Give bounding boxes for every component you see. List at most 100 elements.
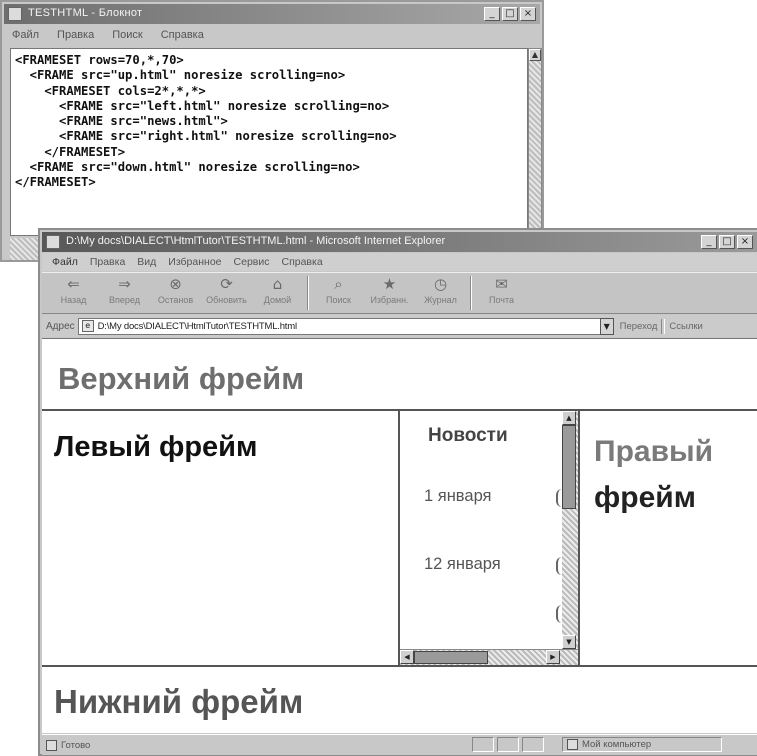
stop-button[interactable]: ⊗ Останов <box>150 273 201 313</box>
ie-toolbar: ⇐ Назад ⇒ Вперед ⊗ Останов ⟳ Обновить ⌂ … <box>42 272 757 314</box>
back-arrow-icon: ⇐ <box>67 275 80 293</box>
scroll-up-arrow-icon[interactable]: ▲ <box>562 411 576 425</box>
notepad-text-area[interactable]: <FRAMESET rows=70,*,70> <FRAME src="up.h… <box>10 48 528 236</box>
mail-label: Почта <box>489 295 514 305</box>
home-button[interactable]: ⌂ Домой <box>252 273 303 313</box>
address-label: Адрес <box>46 320 75 332</box>
notepad-maximize-button[interactable]: □ <box>502 7 518 21</box>
code-line: </FRAMESET> <box>15 144 126 159</box>
status-cell <box>497 737 519 752</box>
status-cell <box>472 737 494 752</box>
ie-menu-tools[interactable]: Сервис <box>234 256 270 268</box>
go-button[interactable]: Переход <box>620 321 658 332</box>
right-frame-heading-line1: Правый <box>594 435 714 468</box>
ie-menu-favorites[interactable]: Избранное <box>168 256 221 268</box>
toolbar-separator <box>470 276 472 310</box>
code-line: <FRAME src="right.html" noresize scrolli… <box>15 129 397 144</box>
bottom-frame-heading: Нижний фрейм <box>54 683 304 720</box>
mail-button[interactable]: ✉ Почта <box>476 273 527 313</box>
ie-maximize-button[interactable]: □ <box>719 235 735 249</box>
status-zone-label: Мой компьютер <box>582 739 652 750</box>
refresh-button[interactable]: ⟳ Обновить <box>201 273 252 313</box>
toolbar-separator <box>307 276 309 310</box>
stop-icon: ⊗ <box>169 275 182 293</box>
code-line: <FRAME src="left.html" noresize scrollin… <box>15 98 390 113</box>
status-cell <box>522 737 544 752</box>
page-icon: e <box>81 320 94 332</box>
status-zone: Мой компьютер <box>562 737 722 752</box>
search-icon: ⌕ <box>334 275 343 293</box>
scroll-up-arrow-icon[interactable]: ▲ <box>529 49 541 61</box>
search-button[interactable]: ⌕ Поиск <box>313 273 364 313</box>
search-label: Поиск <box>326 295 351 305</box>
notepad-window: TESTHTML - Блокнот _ □ × Файл Правка Пои… <box>0 0 544 262</box>
left-frame: Левый фрейм <box>42 411 400 665</box>
scroll-right-arrow-icon[interactable]: ▶ <box>546 650 560 664</box>
news-horizontal-scroll-thumb[interactable] <box>414 651 488 664</box>
home-icon: ⌂ <box>272 275 283 293</box>
ie-titlebar[interactable]: D:\My docs\DIALECT\HtmlTutor\TESTHTML.ht… <box>42 232 757 252</box>
code-line: <FRAMESET rows=70,*,70> <box>15 53 184 67</box>
code-line: <FRAME src="up.html" noresize scrolling=… <box>15 68 346 83</box>
mail-icon: ✉ <box>495 275 508 293</box>
ie-close-button[interactable]: × <box>737 235 753 249</box>
news-horizontal-scrollbar[interactable]: ◀ ▶ <box>400 649 578 665</box>
scroll-down-arrow-icon[interactable]: ▼ <box>562 635 576 649</box>
scroll-left-arrow-icon[interactable]: ◀ <box>400 650 414 664</box>
stop-label: Останов <box>157 295 194 305</box>
notepad-close-button[interactable]: × <box>520 7 536 21</box>
ie-menu-view[interactable]: Вид <box>137 256 156 268</box>
notepad-menu-edit[interactable]: Правка <box>57 29 94 41</box>
favorites-button[interactable]: ★ Избранн. <box>364 273 415 313</box>
refresh-label: Обновить <box>206 295 247 305</box>
history-icon: ◷ <box>433 275 448 293</box>
notepad-menu-help[interactable]: Справка <box>161 29 204 41</box>
links-button[interactable]: Ссылки <box>669 321 702 332</box>
ie-minimize-button[interactable]: _ <box>701 235 717 249</box>
code-line: </FRAMESET> <box>15 175 96 190</box>
bottom-frame: Нижний фрейм <box>42 665 757 733</box>
forward-button[interactable]: ⇒ Вперед <box>99 273 150 313</box>
top-frame: Верхний фрейм <box>42 339 757 411</box>
back-label: Назад <box>60 295 87 305</box>
status-text: Готово <box>61 739 91 751</box>
notepad-title: TESTHTML - Блокнот <box>28 7 143 19</box>
top-frame-heading: Верхний фрейм <box>58 361 305 396</box>
news-heading: Новости <box>428 425 508 446</box>
ie-menubar: Файл Правка Вид Избранное Сервис Справка <box>42 253 757 271</box>
notepad-menu-search[interactable]: Поиск <box>112 29 142 41</box>
address-input[interactable]: e D:\My docs\DIALECT\HtmlTutor\TESTHTML.… <box>77 317 614 335</box>
ie-title: D:\My docs\DIALECT\HtmlTutor\TESTHTML.ht… <box>66 235 446 247</box>
notepad-vertical-scrollbar[interactable]: ▲ <box>528 48 542 236</box>
status-bar: Готово Мой компьютер <box>42 734 757 755</box>
ie-menu-edit[interactable]: Правка <box>90 256 125 268</box>
back-button[interactable]: ⇐ Назад <box>48 273 99 313</box>
right-frame-heading-line2: фрейм <box>594 481 696 514</box>
status-page-icon <box>46 739 57 751</box>
code-line: <FRAMESET cols=2*,*,*> <box>15 83 206 98</box>
news-vertical-scrollbar[interactable]: ▲ ▼ <box>562 411 578 649</box>
notepad-titlebar[interactable]: TESTHTML - Блокнот _ □ × <box>4 4 540 24</box>
ie-menu-help[interactable]: Справка <box>281 256 322 268</box>
news-frame[interactable]: Новости 1 января 12 января ▲ ▼ ◀ ▶ <box>400 411 580 665</box>
right-frame: Правый фрейм <box>580 411 757 665</box>
notepad-app-icon <box>8 7 22 21</box>
address-separator <box>661 318 666 334</box>
home-label: Домой <box>263 295 292 305</box>
notepad-menu-file[interactable]: Файл <box>12 29 39 41</box>
right-frame-heading: Правый фрейм <box>594 429 713 521</box>
history-button[interactable]: ◷ Журнал <box>415 273 466 313</box>
notepad-menubar: Файл Правка Поиск Справка <box>4 26 540 44</box>
computer-icon <box>567 739 578 750</box>
favorites-label: Избранн. <box>370 295 409 305</box>
refresh-icon: ⟳ <box>220 275 233 293</box>
address-dropdown-icon[interactable]: ▼ <box>599 317 614 335</box>
left-frame-heading: Левый фрейм <box>54 431 258 463</box>
news-vertical-scroll-thumb[interactable] <box>562 425 576 509</box>
forward-arrow-icon: ⇒ <box>118 275 131 293</box>
history-label: Журнал <box>424 295 457 305</box>
notepad-minimize-button[interactable]: _ <box>484 7 500 21</box>
news-item: 12 января <box>424 555 501 573</box>
ie-menu-file[interactable]: Файл <box>52 256 78 268</box>
address-bar: Адрес e D:\My docs\DIALECT\HtmlTutor\TES… <box>42 315 757 337</box>
